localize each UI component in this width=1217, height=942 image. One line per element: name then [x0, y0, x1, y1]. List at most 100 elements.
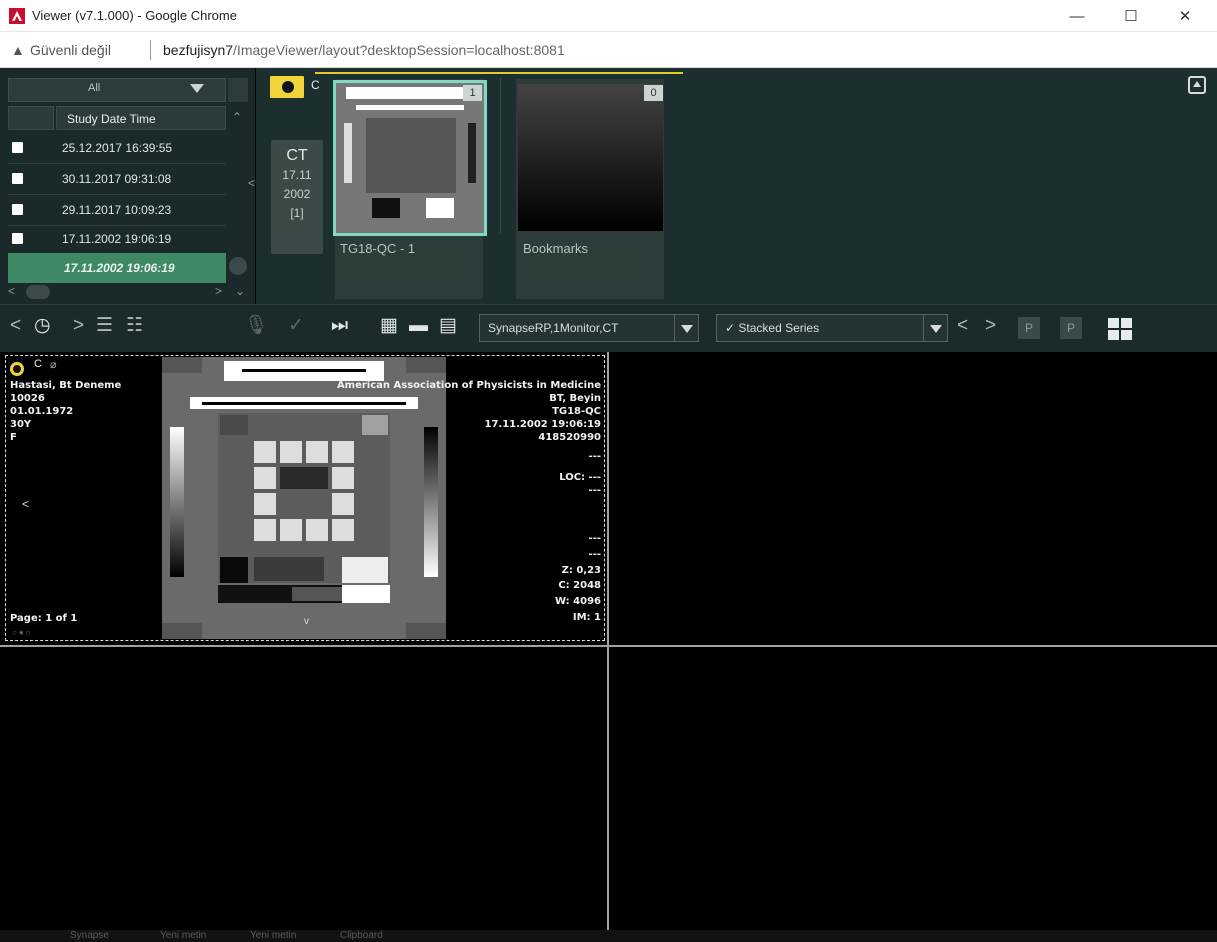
panel-menu-button[interactable]: [228, 78, 248, 102]
document-icon[interactable]: ▤: [439, 315, 457, 337]
patient-sex: F: [10, 432, 17, 443]
checkmark-icon[interactable]: ✓: [288, 315, 304, 337]
viewer-window: Viewer (v7.1.000) - Google Chrome — ☐ ✕ …: [0, 0, 1217, 942]
insecure-label[interactable]: Güvenli değil: [30, 42, 111, 58]
warning-icon[interactable]: ▲: [11, 42, 25, 58]
horizontal-scrollbar[interactable]: < > ⌄: [8, 284, 248, 300]
horizontal-scroll-thumb[interactable]: [26, 285, 50, 299]
select-all-header[interactable]: [8, 106, 54, 130]
taskbar-item: Yeni metin: [250, 930, 297, 941]
study-row-selected[interactable]: 17.11.2002 19:06:19: [8, 253, 226, 283]
dropdown-arrow-icon[interactable]: [190, 84, 204, 93]
minimize-button[interactable]: —: [1054, 0, 1100, 32]
study-checkbox[interactable]: [12, 173, 23, 184]
patient-name: Hastasi, Bt Deneme: [10, 380, 122, 391]
close-button[interactable]: ✕: [1162, 0, 1208, 32]
body-part: BT, Beyin: [549, 393, 601, 404]
layout-report-icon[interactable]: ▦: [380, 315, 398, 337]
study-year: 2002: [283, 187, 311, 201]
series-description: TG18-QC: [552, 406, 601, 417]
maximize-button[interactable]: ☐: [1108, 0, 1154, 32]
bookmarks-label[interactable]: Bookmarks: [523, 241, 588, 256]
study-datetime: 17.11.2002 19:06:19: [484, 419, 602, 430]
overlay-placeholder: ---: [588, 533, 601, 544]
scroll-right-icon[interactable]: >: [215, 284, 222, 298]
dropdown-arrow-icon[interactable]: [923, 315, 947, 341]
image-number: IM: 1: [572, 612, 601, 623]
synapse-logo-icon: [9, 8, 25, 24]
study-date: 30.11.2017 09:31:08: [62, 172, 172, 186]
viewport-divider-horizontal[interactable]: [0, 645, 1217, 647]
prev-image-arrow-icon[interactable]: <: [22, 497, 29, 511]
taskbar-item: Yeni metin: [160, 930, 207, 941]
series-thumbnail-label[interactable]: TG18-QC - 1: [340, 241, 415, 256]
study-row[interactable]: 29.11.2017 10:09:23: [8, 195, 226, 225]
next-study-icon[interactable]: >: [73, 315, 84, 337]
address-bar[interactable]: ▲ Güvenli değil bezfujisyn7/ImageViewer/…: [0, 32, 1217, 68]
series-mode-select[interactable]: ✓ Stacked Series: [716, 314, 948, 342]
list-icon[interactable]: ☰: [96, 315, 113, 337]
prev-study-icon[interactable]: <: [10, 315, 21, 337]
dropdown-arrow-icon[interactable]: [674, 315, 698, 341]
link-icon[interactable]: ⌀: [50, 358, 57, 371]
study-modality: CT: [286, 147, 308, 164]
window-title: Viewer (v7.1.000) - Google Chrome: [32, 8, 237, 23]
taskbar-item: Synapse: [70, 930, 109, 941]
study-checkbox[interactable]: [12, 142, 23, 153]
study-row[interactable]: 25.12.2017 16:39:55: [8, 133, 226, 163]
study-filter-value: All: [88, 82, 101, 94]
layout-grid-icon[interactable]: [1108, 318, 1132, 340]
history-icon[interactable]: ◷: [34, 315, 51, 337]
tg18-qc-pattern-image: [162, 357, 446, 639]
series-thumbnail-image[interactable]: [333, 80, 487, 236]
series-color-tag[interactable]: [270, 76, 304, 98]
institution-name: American Association of Physicists in Me…: [336, 380, 601, 391]
study-date: 17.11.2002 19:06:19: [62, 232, 172, 246]
page-indicator: Page: 1 of 1: [10, 613, 78, 624]
collapse-panel-icon[interactable]: <: [248, 176, 255, 190]
next-page-p-button[interactable]: P: [1060, 317, 1082, 339]
study-row[interactable]: 30.11.2017 09:31:08: [8, 164, 226, 194]
hanging-protocol-select[interactable]: SynapseRP,1Monitor,CT: [479, 314, 699, 342]
prev-page-p-button[interactable]: P: [1018, 317, 1040, 339]
prev-page-icon[interactable]: <: [957, 315, 968, 337]
url-host: bezfujisyn7: [163, 42, 234, 58]
scroll-left-icon[interactable]: <: [8, 284, 15, 298]
ct-image[interactable]: [162, 357, 446, 639]
study-checkbox[interactable]: [12, 204, 23, 215]
microphone-icon[interactable]: 🎙: [244, 315, 268, 337]
skip-next-icon[interactable]: ⏭: [331, 315, 348, 337]
viewport-series-dot-icon[interactable]: [10, 362, 24, 376]
series-image-count-badge: 1: [463, 85, 482, 101]
scroll-down-icon[interactable]: ⌄: [235, 284, 245, 298]
study-date: 17.11.2002 19:06:19: [64, 261, 175, 275]
patient-id: 10026: [10, 393, 45, 404]
folder-icon[interactable]: ▬: [409, 315, 428, 337]
viewport-tools-icon[interactable]: ○●○: [12, 628, 58, 638]
patient-birth-date: 01.01.1972: [10, 406, 74, 417]
url-text[interactable]: bezfujisyn7/ImageViewer/layout?desktopSe…: [163, 42, 565, 58]
collapse-header-icon[interactable]: [1188, 76, 1206, 94]
vertical-scroll-thumb[interactable]: [229, 257, 247, 275]
slice-location: LOC: ---: [559, 472, 601, 483]
address-separator: [150, 40, 151, 60]
hanging-protocol-value: SynapseRP,1Monitor,CT: [488, 321, 619, 335]
tg18-qc-thumbnail-icon: [336, 83, 484, 233]
window-center: C: 2048: [558, 580, 601, 591]
column-header-study-date[interactable]: Study Date Time: [56, 106, 226, 130]
study-row[interactable]: 17.11.2002 19:06:19: [8, 224, 226, 254]
viewport-divider-vertical[interactable]: [607, 352, 609, 942]
taskbar-strip: Synapse Yeni metin Yeni metin Clipboard: [0, 930, 1217, 942]
url-path: /ImageViewer/layout?desktopSession=local…: [233, 42, 565, 58]
bookmarks-thumbnail[interactable]: [518, 84, 663, 231]
study-checkbox[interactable]: [12, 233, 23, 244]
window-width: W: 4096: [554, 596, 601, 607]
bookmarks-count-badge: 0: [644, 85, 663, 101]
series-mode-value: ✓ Stacked Series: [725, 321, 820, 335]
study-chip[interactable]: CT 17.11 2002 [1]: [271, 140, 323, 254]
next-page-icon[interactable]: >: [985, 315, 996, 337]
scroll-up-icon[interactable]: ⌃: [232, 110, 242, 124]
search-list-icon[interactable]: ☷: [126, 315, 143, 337]
next-image-arrow-icon[interactable]: v: [304, 616, 309, 627]
accession-number: 418520990: [538, 432, 601, 443]
